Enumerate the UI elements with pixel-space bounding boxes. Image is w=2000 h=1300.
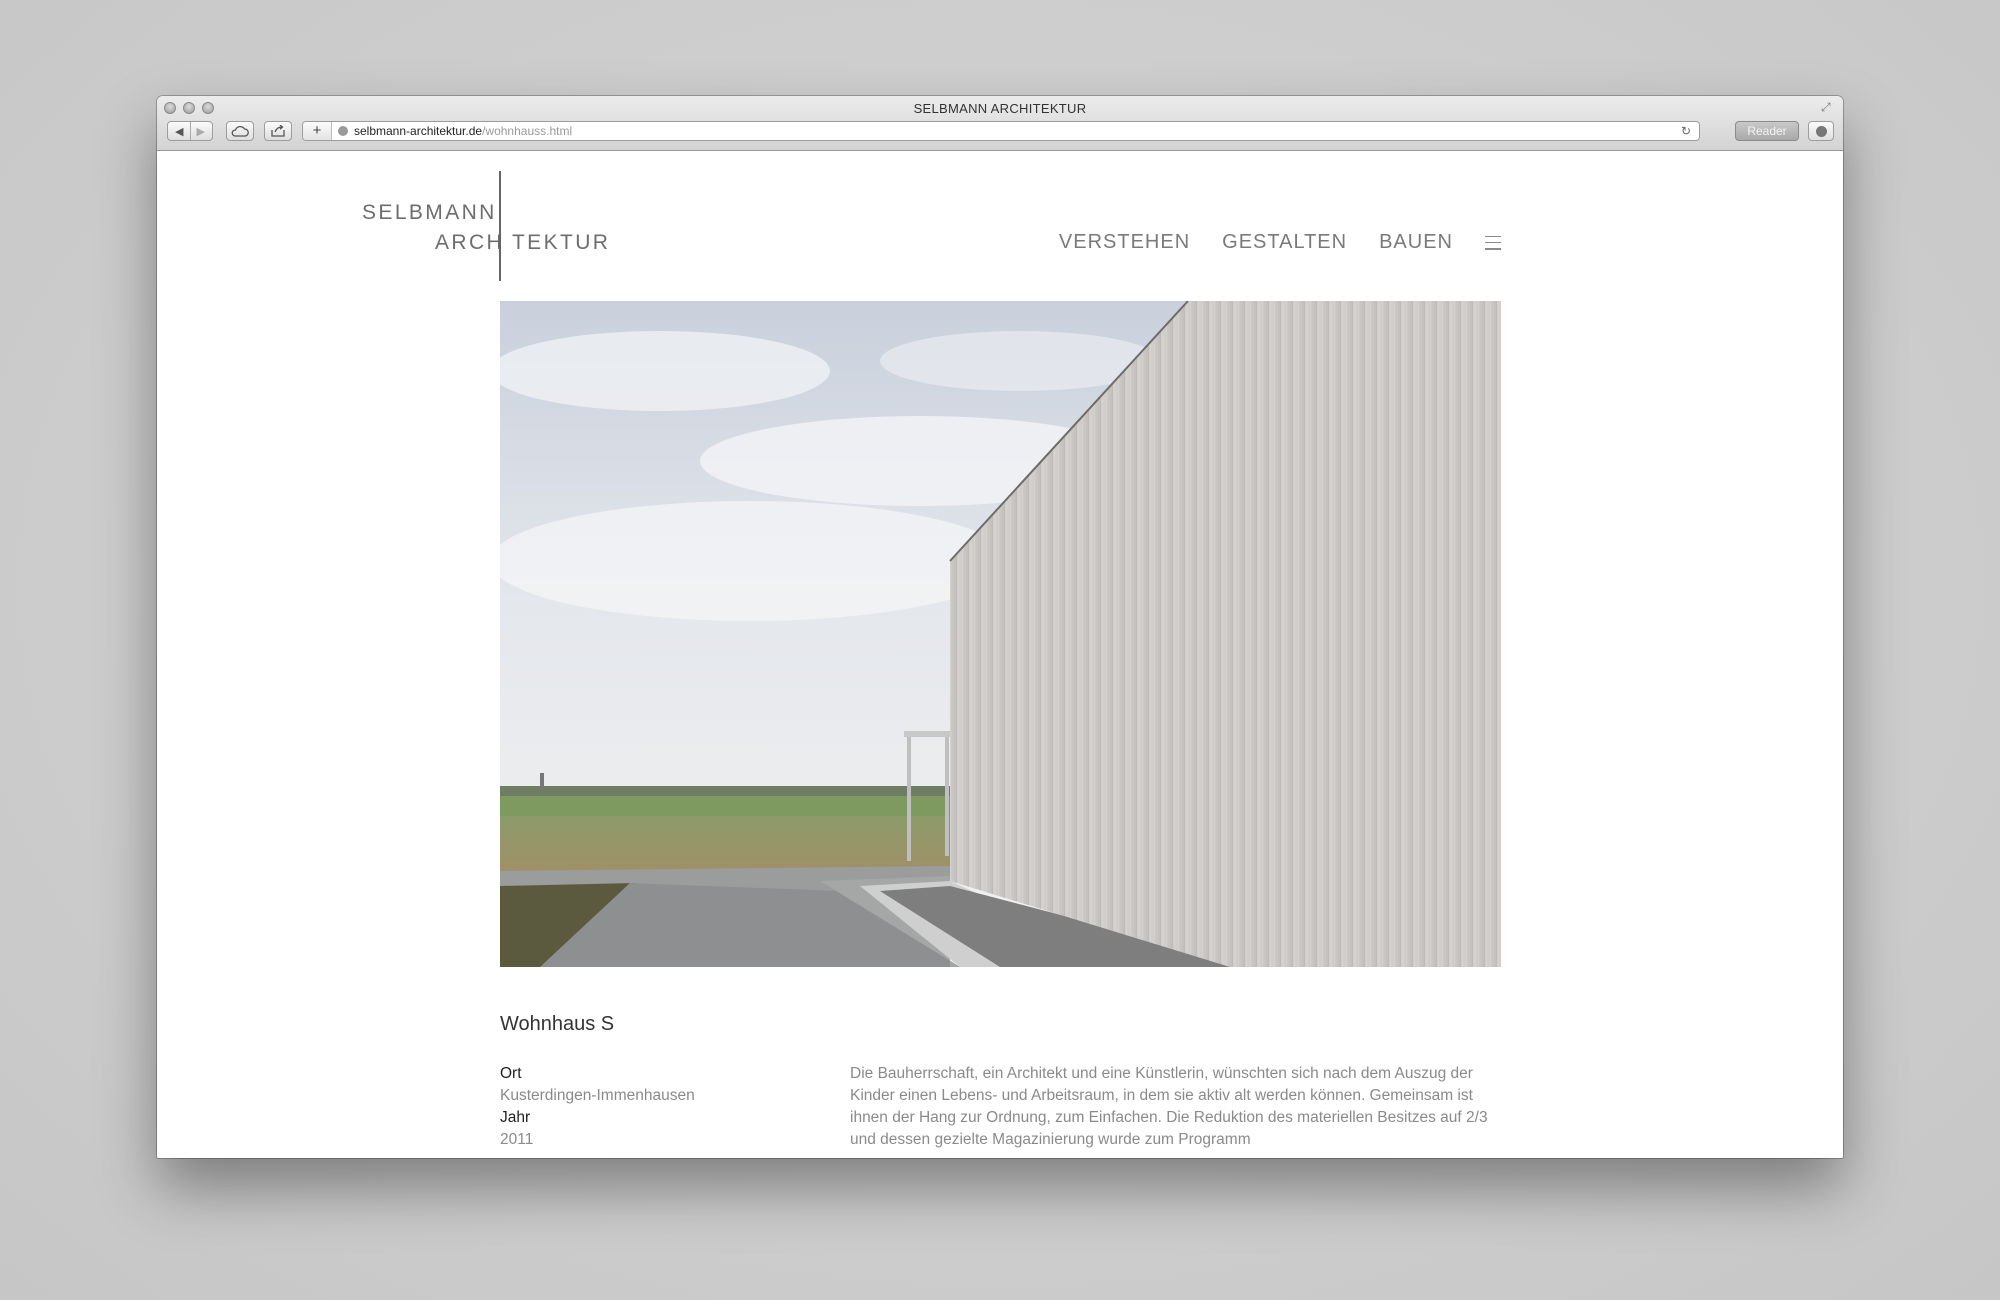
meta-value-ort: Kusterdingen-Immenhausen <box>500 1087 695 1104</box>
logo-line-2: ARCH TEKTUR <box>435 231 611 254</box>
url-path: /wohnhauss.html <box>482 124 573 138</box>
downloads-icon <box>1815 125 1827 137</box>
meta-value-jahr: 2011 <box>500 1131 534 1148</box>
project-title: Wohnhaus S <box>500 1013 615 1035</box>
fullscreen-icon[interactable]: ⤢ <box>1821 100 1835 114</box>
browser-toolbar: SELBMANN ARCHITEKTUR ⤢ ◀ ▶ + selbmann-ar… <box>157 96 1843 151</box>
project-meta: Ort Kusterdingen-Immenhausen Jahr 2011 <box>500 1063 695 1151</box>
address-bar[interactable]: + selbmann-architektur.de/wohnhauss.html… <box>302 121 1700 141</box>
plus-icon[interactable]: + <box>303 122 332 140</box>
logo-line-1: SELBMANN <box>362 201 497 224</box>
back-arrow-icon[interactable]: ◀ <box>175 125 183 138</box>
browser-window: SELBMANN ARCHITEKTUR ⤢ ◀ ▶ + selbmann-ar… <box>157 96 1843 1158</box>
project-photo-image <box>500 301 1501 967</box>
cloud-icon <box>231 125 249 137</box>
nav-item-gestalten[interactable]: GESTALTEN <box>1222 231 1347 254</box>
reader-button[interactable]: Reader <box>1735 121 1799 141</box>
downloads-button[interactable] <box>1808 121 1834 141</box>
window-title: SELBMANN ARCHITEKTUR <box>913 101 1087 116</box>
main-nav: VERSTEHEN GESTALTEN BAUEN <box>1059 231 1501 254</box>
url-text: selbmann-architektur.de/wohnhauss.html <box>354 122 572 140</box>
divider <box>189 122 191 140</box>
hamburger-menu-icon[interactable] <box>1485 235 1501 250</box>
url-domain: selbmann-architektur.de <box>354 124 483 138</box>
forward-arrow-icon[interactable]: ▶ <box>197 125 205 138</box>
nav-item-bauen[interactable]: BAUEN <box>1379 231 1453 254</box>
project-description: Die Bauherrschaft, ein Architekt und ein… <box>850 1065 1488 1148</box>
logo-vertical-bar <box>499 171 501 281</box>
reload-icon[interactable]: ↻ <box>1681 122 1691 140</box>
share-icon <box>271 125 285 137</box>
project-photo <box>500 301 1501 967</box>
meta-label-jahr: Jahr <box>500 1109 531 1126</box>
share-button[interactable] <box>264 121 292 141</box>
meta-label-ort: Ort <box>500 1065 522 1082</box>
web-page: SELBMANN ARCH TEKTUR VERSTEHEN GESTALTEN… <box>157 151 1843 1158</box>
globe-icon <box>338 126 348 136</box>
back-forward-buttons: ◀ ▶ <box>167 121 213 141</box>
nav-item-verstehen[interactable]: VERSTEHEN <box>1059 231 1190 254</box>
icloud-tabs-button[interactable] <box>226 121 254 141</box>
